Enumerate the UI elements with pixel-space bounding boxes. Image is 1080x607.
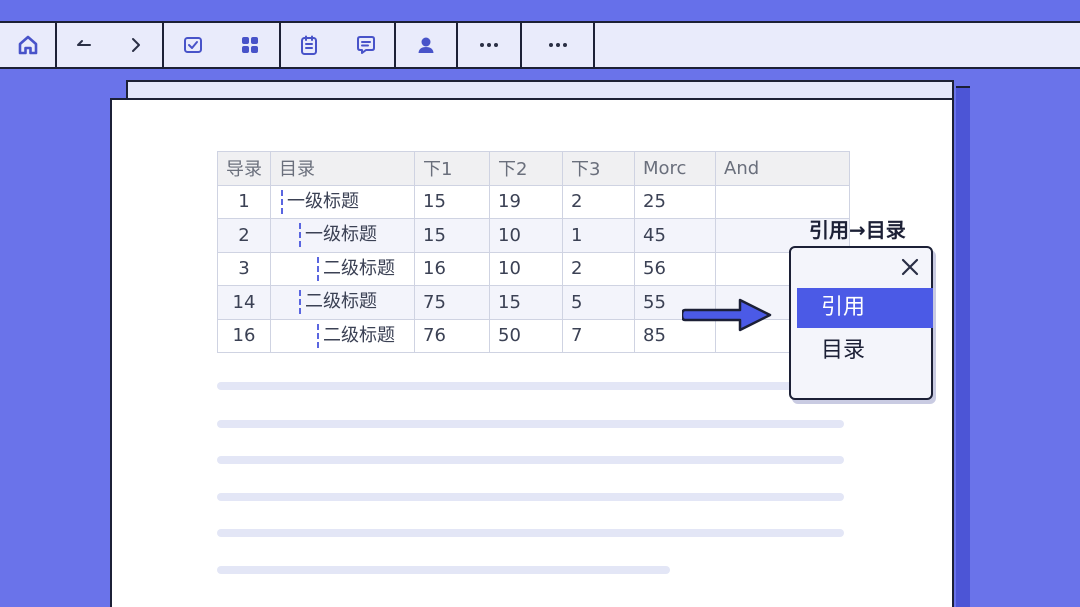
- cell-sub3[interactable]: 5: [562, 285, 635, 320]
- context-popup: 引用 目录: [789, 246, 933, 400]
- placeholder-text-line: [217, 420, 844, 428]
- cell-index[interactable]: 2: [217, 218, 271, 253]
- table-row[interactable]: 1 一级标题 15 19 2 25: [217, 184, 850, 219]
- toolbar-group-more-1: [458, 23, 522, 67]
- top-band: [0, 0, 1080, 22]
- cell-more[interactable]: 56: [634, 251, 716, 286]
- placeholder-text-line: [217, 566, 670, 574]
- cell-sub2[interactable]: 19: [489, 184, 563, 219]
- table-row[interactable]: 2 一级标题 15 10 1 45: [217, 218, 850, 253]
- cell-sub1[interactable]: 76: [414, 318, 490, 353]
- popup-item-directory[interactable]: 目录: [797, 331, 933, 371]
- header-cell-directory[interactable]: 目录: [270, 151, 415, 186]
- back-button[interactable]: [66, 28, 100, 62]
- more-icon: [548, 43, 567, 47]
- forward-chevron-icon: [131, 38, 140, 52]
- heading-level-3-text: 二级标题: [317, 256, 395, 281]
- header-cell-more[interactable]: Morc: [634, 151, 716, 186]
- cell-sub3[interactable]: 2: [562, 184, 635, 219]
- document-stack-edge: [956, 86, 970, 607]
- cell-more[interactable]: 45: [634, 218, 716, 253]
- cell-sub2[interactable]: 10: [489, 251, 563, 286]
- clipboard-button[interactable]: [292, 28, 326, 62]
- cell-more[interactable]: 25: [634, 184, 716, 219]
- more-icon: [480, 43, 498, 47]
- toolbar-group-navigation: [57, 23, 164, 67]
- header-cell-sub1[interactable]: 下1: [414, 151, 490, 186]
- toolbar-group-view: [164, 23, 281, 67]
- cell-title[interactable]: 二级标题: [270, 285, 415, 320]
- cell-sub1[interactable]: 16: [414, 251, 490, 286]
- header-cell-and[interactable]: And: [715, 151, 850, 186]
- cell-title[interactable]: 一级标题: [270, 218, 415, 253]
- forward-button[interactable]: [119, 28, 153, 62]
- header-cell-sub3[interactable]: 下3: [562, 151, 635, 186]
- close-icon: [901, 258, 919, 276]
- cell-index[interactable]: 3: [217, 251, 271, 286]
- cell-title[interactable]: 二级标题: [270, 251, 415, 286]
- placeholder-text-line: [217, 529, 844, 537]
- popup-caption: 引用→目录: [809, 218, 906, 242]
- table-header-row: 导录 目录 下1 下2 下3 Morc And: [217, 151, 850, 186]
- cell-sub1[interactable]: 75: [414, 285, 490, 320]
- cell-sub1[interactable]: 15: [414, 218, 490, 253]
- placeholder-text-line: [217, 493, 844, 501]
- heading-level-1-text: 一级标题: [281, 189, 359, 214]
- clipboard-icon: [301, 35, 318, 55]
- user-button[interactable]: [409, 28, 443, 62]
- home-icon: [18, 35, 37, 55]
- toolbar-group-home: [0, 23, 57, 67]
- heading-level-2-text: 一级标题: [299, 223, 377, 248]
- more-button-1[interactable]: [472, 28, 506, 62]
- cell-title[interactable]: 二级标题: [270, 318, 415, 353]
- cell-sub2[interactable]: 50: [489, 318, 563, 353]
- cell-sub2[interactable]: 15: [489, 285, 563, 320]
- toolbar: [0, 21, 1080, 69]
- back-arrow-icon: [77, 40, 92, 46]
- checkbox-button[interactable]: [176, 28, 210, 62]
- toolbar-group-more-2: [522, 23, 595, 67]
- grid-icon: [242, 37, 259, 53]
- table-row[interactable]: 3 二级标题 16 10 2 56: [217, 251, 850, 286]
- cell-title[interactable]: 一级标题: [270, 184, 415, 219]
- comment-button[interactable]: [349, 28, 383, 62]
- right-arrow-icon: [682, 298, 772, 332]
- heading-level-2-text: 二级标题: [299, 290, 377, 315]
- more-button-2[interactable]: [541, 28, 575, 62]
- cell-index[interactable]: 14: [217, 285, 271, 320]
- comment-icon: [356, 36, 375, 54]
- home-button[interactable]: [11, 28, 45, 62]
- cell-sub3[interactable]: 2: [562, 251, 635, 286]
- cell-sub1[interactable]: 15: [414, 184, 490, 219]
- cell-index[interactable]: 16: [217, 318, 271, 353]
- header-cell-sub2[interactable]: 下2: [489, 151, 563, 186]
- placeholder-text-line: [217, 382, 817, 390]
- cell-sub2[interactable]: 10: [489, 218, 563, 253]
- checkbox-icon: [183, 37, 202, 53]
- toolbar-group-user: [396, 23, 458, 67]
- heading-level-3-text: 二级标题: [317, 323, 395, 348]
- user-icon: [418, 37, 434, 53]
- cell-index[interactable]: 1: [217, 184, 271, 219]
- popup-item-cite[interactable]: 引用: [797, 288, 933, 328]
- cell-sub3[interactable]: 7: [562, 318, 635, 353]
- popup-close-button[interactable]: [899, 256, 921, 278]
- cell-sub3[interactable]: 1: [562, 218, 635, 253]
- placeholder-text-line: [217, 456, 844, 464]
- toolbar-empty-area: [595, 23, 1080, 67]
- header-cell-index[interactable]: 导录: [217, 151, 271, 186]
- toolbar-group-tools: [281, 23, 396, 67]
- grid-button[interactable]: [233, 28, 267, 62]
